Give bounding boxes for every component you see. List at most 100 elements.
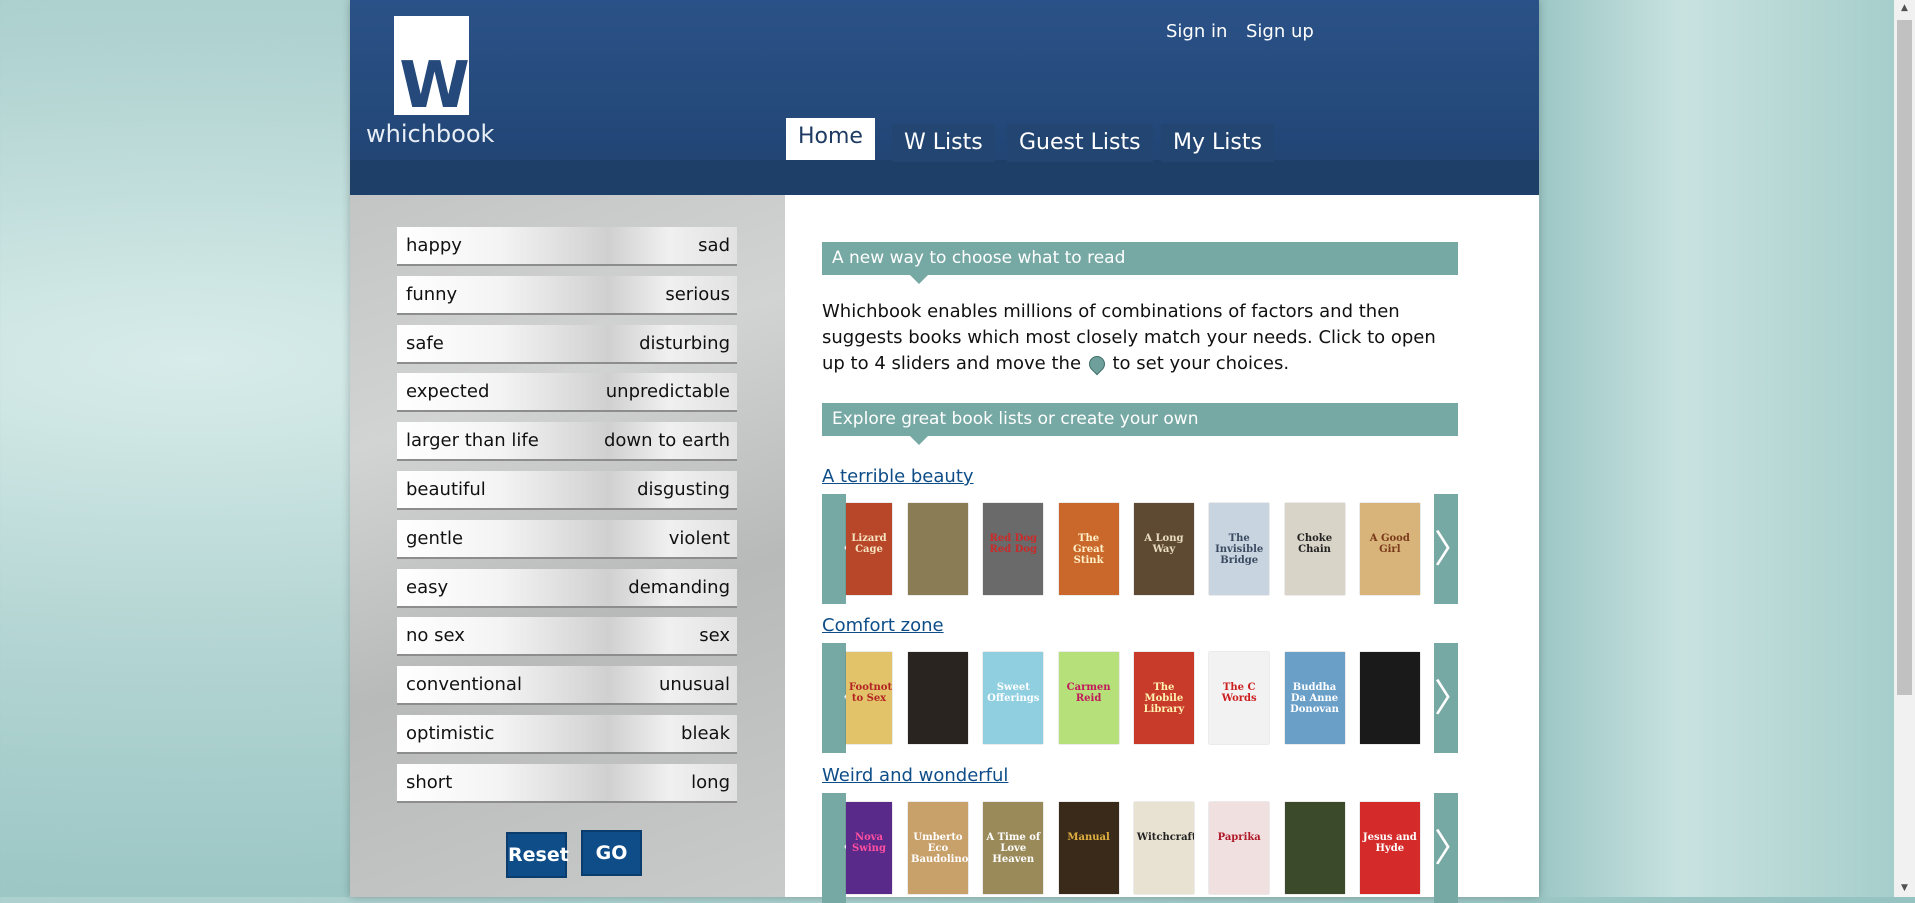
slider-left-label: expected — [406, 381, 490, 403]
book-cover-text: Jesus and Hyde — [1362, 832, 1417, 854]
mood-slider[interactable]: conventional unusual — [397, 666, 737, 706]
slider-handle-icon — [1085, 352, 1109, 376]
book-cover-text: Carmen Reid — [1066, 682, 1111, 704]
book-cover[interactable]: The C Words — [1209, 652, 1270, 744]
mood-slider[interactable]: optimistic bleak — [397, 715, 737, 754]
slider-right-label: down to earth — [603, 430, 730, 452]
mood-slider[interactable]: safe disturbing — [397, 324, 737, 364]
book-cover[interactable]: The Invisible Bridge — [1209, 503, 1270, 595]
book-cover[interactable]: Jesus and Hyde — [1359, 802, 1420, 894]
book-carousel: 〈 Lizard Cage Red Dog Red Dog The Great Sti… — [822, 494, 1472, 604]
book-cover[interactable] — [908, 503, 968, 595]
page-container: W whichbook Sign in Sign up Home W Lists… — [350, 0, 1539, 903]
intro-section-title: A new way to choose what to read — [832, 248, 1126, 268]
slider-left-label: short — [406, 771, 453, 793]
intro-section-bar: A new way to choose what to read — [822, 242, 1458, 284]
book-carousel: 〈Footnotes to Sex Sweet Offerings Carmen R… — [822, 643, 1472, 753]
logo[interactable]: W — [394, 16, 470, 123]
mood-slider[interactable]: easy demanding — [397, 568, 737, 608]
slider-left-label: beautiful — [406, 479, 486, 500]
intro-text: Whichbook enables millions of combinatio… — [822, 299, 1442, 377]
book-cover-text: Footnotes to Sex — [849, 682, 892, 704]
mood-slider[interactable]: no sex sex — [397, 617, 737, 657]
book-cover-text: Witchcraft — [1136, 832, 1194, 843]
book-cover[interactable]: Carmen Reid — [1058, 652, 1119, 744]
book-cover-text: Sweet Offerings — [987, 682, 1040, 704]
mood-slider[interactable]: larger than life down to earth — [397, 422, 737, 462]
book-cover[interactable]: Buddha Da Anne Donovan — [1284, 652, 1345, 744]
background-right — [1540, 0, 1895, 897]
mood-sidebar: happy sad funny serious safe disturbing expect… — [350, 195, 785, 897]
book-cover[interactable]: Choke Chain — [1284, 503, 1345, 595]
page-scrollbar[interactable]: ▲ ▼ — [1894, 0, 1915, 897]
slider-right-label: demanding — [628, 576, 730, 598]
book-cover[interactable] — [1359, 652, 1420, 744]
carousel-prev-icon[interactable]: 〈 — [822, 793, 860, 903]
book-cover[interactable]: Witchcraft — [1133, 802, 1194, 894]
book-cover-text: Buddha Da Anne Donovan — [1290, 682, 1339, 715]
book-cover[interactable]: A Long Way — [1133, 503, 1194, 595]
scrollbar-thumb[interactable] — [1897, 20, 1912, 695]
slider-right-label: unpredictable — [605, 381, 730, 403]
mood-slider[interactable]: short long — [397, 763, 737, 803]
sign-up-link[interactable]: Sign up — [1246, 21, 1314, 42]
slider-right-label: disturbing — [639, 332, 730, 354]
slider-right-label: unusual — [658, 674, 730, 696]
logo-letter: W — [399, 49, 470, 123]
mood-slider[interactable]: happy sad — [397, 227, 737, 266]
sign-in-link[interactable]: Sign in — [1166, 21, 1227, 42]
book-cover-text: The Mobile Library — [1143, 682, 1185, 715]
book-cover[interactable]: Umberto Eco Baudolino — [908, 802, 968, 894]
book-cover[interactable]: A Time of Love Heaven — [983, 802, 1044, 894]
slider-left-label: gentle — [406, 527, 464, 549]
logo-wordmark[interactable]: whichbook — [366, 120, 494, 148]
intro-text-part2: to set your choices. — [1112, 353, 1290, 374]
book-cover[interactable]: Paprika — [1209, 802, 1270, 894]
scroll-up-icon[interactable]: ▲ — [1894, 0, 1915, 17]
book-cover[interactable]: Lizard Cage — [846, 503, 892, 595]
slider-left-label: conventional — [406, 674, 522, 696]
slider-right-label: serious — [665, 283, 730, 305]
book-carousel: 〈 Nova Swing Umberto Eco Baudolino A Time o… — [822, 793, 1472, 903]
book-cover[interactable]: Sweet Offerings — [983, 652, 1044, 744]
scroll-down-icon[interactable]: ▼ — [1894, 880, 1915, 897]
book-list-title[interactable]: Weird and wonderful — [822, 765, 1008, 786]
tab-home[interactable]: Home — [786, 118, 875, 160]
go-button[interactable]: GO — [581, 830, 642, 876]
slider-left-label: larger than life — [406, 430, 539, 452]
site-header: W whichbook Sign in Sign up Home W Lists… — [350, 0, 1539, 195]
mood-slider[interactable]: expected unpredictable — [397, 373, 737, 413]
book-cover-text: Choke Chain — [1296, 533, 1333, 555]
book-cover[interactable]: Red Dog Red Dog — [983, 503, 1044, 595]
carousel-prev-icon[interactable]: 〈 — [822, 643, 860, 753]
book-cover[interactable]: The Great Stink — [1058, 503, 1119, 595]
slider-right-label: bleak — [681, 723, 730, 744]
mood-slider[interactable]: funny serious — [397, 275, 737, 315]
reset-button[interactable]: Reset — [506, 832, 569, 878]
book-cover[interactable] — [908, 652, 968, 744]
tab-my-lists[interactable]: My Lists — [1161, 124, 1274, 162]
book-list-title[interactable]: Comfort zone — [822, 615, 944, 636]
carousel-next-icon[interactable]: 〉 — [1434, 793, 1472, 903]
book-cover[interactable] — [1284, 802, 1345, 894]
book-cover-text: Nova Swing — [852, 832, 886, 854]
tab-w-lists[interactable]: W Lists — [892, 124, 995, 162]
mood-slider[interactable]: gentle violent — [397, 519, 737, 559]
book-list-title[interactable]: A terrible beauty — [822, 466, 974, 487]
mood-slider[interactable]: beautiful disgusting — [397, 471, 737, 510]
book-cover[interactable]: A Good Girl — [1359, 503, 1420, 595]
book-cover[interactable]: Manual — [1058, 802, 1119, 894]
book-cover[interactable]: Nova Swing — [846, 802, 892, 894]
book-cover[interactable]: The Mobile Library — [1133, 652, 1194, 744]
slider-left-label: happy — [406, 235, 462, 256]
slider-right-label: long — [691, 771, 730, 793]
explore-section-title: Explore great book lists or create your … — [832, 409, 1199, 429]
book-cover[interactable]: Footnotes to Sex — [846, 652, 892, 744]
carousel-next-icon[interactable]: 〉 — [1434, 494, 1472, 604]
carousel-prev-icon[interactable]: 〈 — [822, 494, 860, 604]
tab-guest-lists[interactable]: Guest Lists — [1007, 124, 1153, 162]
book-cover-text: A Time of Love Heaven — [986, 832, 1041, 865]
slider-left-label: funny — [406, 283, 458, 305]
carousel-next-icon[interactable]: 〉 — [1434, 643, 1472, 753]
header-band — [350, 160, 1539, 195]
